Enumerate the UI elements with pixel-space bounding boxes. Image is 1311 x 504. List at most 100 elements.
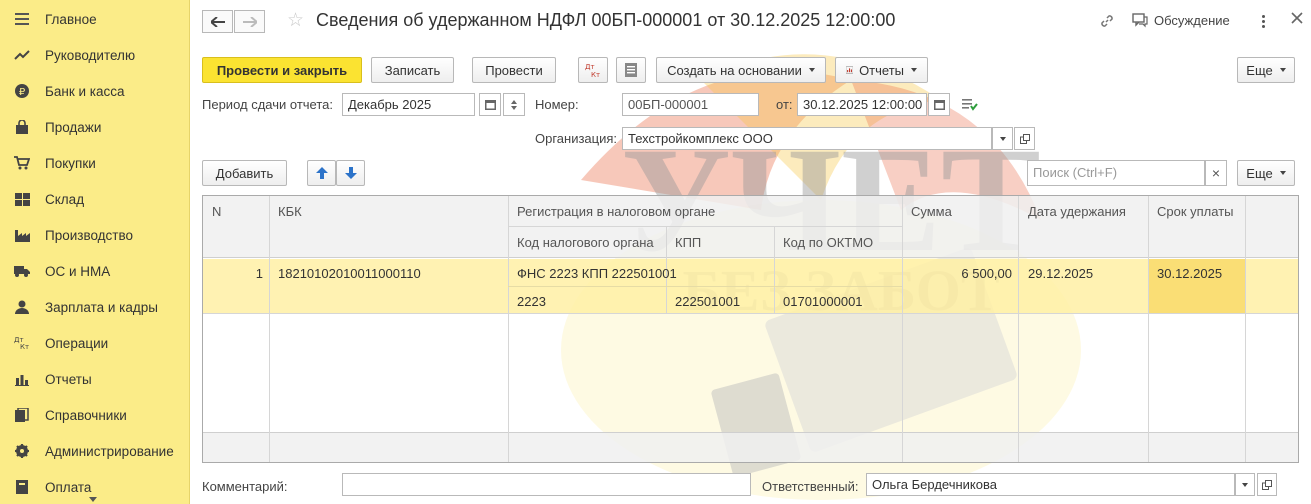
period-spinner[interactable] [503,93,525,116]
cell-n[interactable]: 1 [203,266,263,281]
column-header-registration[interactable]: Регистрация в налоговом органе [517,204,715,219]
svg-text:Кт: Кт [591,71,600,78]
column-header-sum[interactable]: Сумма [911,204,952,219]
cell-oktmo[interactable]: 01701000001 [783,294,863,309]
sidebar-scroll-down-icon[interactable] [89,497,97,502]
create-based-on-button[interactable]: Создать на основании [656,57,826,83]
organization-label: Организация: [535,131,618,146]
period-calendar-button[interactable] [479,93,501,116]
open-window-icon [1262,479,1272,490]
move-up-button[interactable] [307,160,336,186]
sidebar-item-reports[interactable]: Отчеты [0,361,190,397]
date-calendar-button[interactable] [928,93,950,116]
link-icon[interactable] [1099,13,1115,32]
sidebar-item-label: Руководителю [45,47,136,63]
sidebar-item-label: ОС и НМА [45,263,111,279]
comment-label: Комментарий: [202,479,288,494]
bar-chart-icon [14,371,30,387]
sidebar-item-bank[interactable]: ₽ Банк и касса [0,73,190,109]
sidebar-item-fixed-assets[interactable]: ОС и НМА [0,253,190,289]
sidebar-item-salary[interactable]: Зарплата и кадры [0,289,190,325]
journal-button[interactable] [616,57,646,83]
period-label: Период сдачи отчета: [202,97,334,112]
responsible-label: Ответственный: [762,479,859,494]
cell-registration[interactable]: ФНС 2223 КПП 222501001 [517,266,677,281]
sidebar-item-catalogs[interactable]: Справочники [0,397,190,433]
chevron-down-icon [1279,68,1286,72]
move-down-button[interactable] [336,160,365,186]
dt-kt-button[interactable]: Дт Кт [578,57,608,83]
responsible-field[interactable]: Ольга Бердечникова [866,473,1235,496]
payment-icon [14,479,30,495]
number-field[interactable]: 00БП-000001 [622,93,759,116]
period-field[interactable]: Декабрь 2025 [342,93,475,116]
column-header-due-date[interactable]: Срок уплаты [1157,204,1234,219]
close-icon[interactable] [1291,12,1303,27]
post-and-close-button[interactable]: Провести и закрыть [202,57,362,83]
discussion-label: Обсуждение [1154,13,1230,28]
organization-dropdown-button[interactable] [992,127,1013,150]
search-input[interactable]: Поиск (Ctrl+F) [1027,160,1205,186]
forward-button[interactable] [234,10,265,33]
cell-kpp[interactable]: 222501001 [675,294,740,309]
column-header-n[interactable]: N [212,204,221,219]
discussion-button[interactable]: Обсуждение [1132,13,1230,28]
more-button[interactable]: Еще [1237,57,1295,83]
more-vertical-icon[interactable] [1262,14,1265,29]
cell-kbk[interactable]: 18210102010011000110 [278,266,421,281]
cart-icon [14,155,30,171]
sidebar-item-purchases[interactable]: Покупки [0,145,190,181]
arrow-up-icon [315,167,328,179]
add-row-button[interactable]: Добавить [202,160,287,186]
table-footer [203,432,1298,462]
organization-open-button[interactable] [1014,127,1035,150]
document-status-icon[interactable] [962,98,978,114]
table-more-button[interactable]: Еще [1237,160,1295,186]
ruble-coin-icon: ₽ [14,83,30,99]
sidebar-item-label: Зарплата и кадры [45,299,158,315]
sidebar-item-label: Оплата [45,479,92,495]
sidebar-item-operations[interactable]: Дт Кт Операции [0,325,190,361]
column-header-tax-code[interactable]: Код налогового органа [517,235,654,250]
spinner-up-icon [511,99,517,104]
cell-withhold-date[interactable]: 29.12.2025 [1028,266,1093,281]
responsible-dropdown-button[interactable] [1235,473,1255,496]
post-button[interactable]: Провести [472,57,556,83]
column-header-oktmo[interactable]: Код по ОКТМО [783,235,873,250]
comment-field[interactable] [342,473,751,496]
responsible-open-button[interactable] [1257,473,1277,496]
arrow-left-icon [210,16,225,27]
sidebar-item-label: Операции [45,335,109,351]
organization-field[interactable]: Техстройкомплекс ООО [622,127,992,150]
date-field[interactable]: 30.12.2025 12:00:00 [797,93,927,116]
reports-label: Отчеты [859,62,904,78]
chat-icon [1132,13,1148,28]
more-label: Еще [1246,62,1273,78]
sidebar-item-director[interactable]: Руководителю [0,37,190,73]
clear-search-button[interactable]: × [1205,160,1227,186]
chevron-down-icon [999,136,1006,141]
cell-tax-code[interactable]: 2223 [517,294,546,309]
sidebar-item-production[interactable]: Производство [0,217,190,253]
save-button[interactable]: Записать [371,57,454,83]
sidebar-item-label: Главное [45,11,97,27]
back-button[interactable] [202,10,233,33]
column-header-kbk[interactable]: КБК [278,204,302,219]
column-header-kpp[interactable]: КПП [675,235,701,250]
open-window-icon [1019,133,1030,144]
sidebar-item-label: Продажи [45,119,102,135]
favorite-star-icon[interactable]: ☆ [287,9,304,32]
sidebar-item-sales[interactable]: Продажи [0,109,190,145]
sidebar-item-administration[interactable]: Администрирование [0,433,190,469]
sidebar-item-warehouse[interactable]: Склад [0,181,190,217]
document-form: УЧЕТ БЕЗ ЗАБОТ ☆ Сведения об удержанном … [191,0,1311,504]
sidebar-item-main[interactable]: Главное [0,1,190,37]
books-icon [14,407,30,423]
number-label: Номер: [535,97,579,112]
cell-sum[interactable]: 6 500,00 [903,266,1012,281]
cell-due-date[interactable]: 30.12.2025 [1157,266,1222,281]
arrow-right-icon [242,16,257,27]
reports-button[interactable]: Отчеты [835,57,928,83]
column-header-withhold-date[interactable]: Дата удержания [1028,204,1126,219]
chevron-down-icon [1242,482,1248,487]
